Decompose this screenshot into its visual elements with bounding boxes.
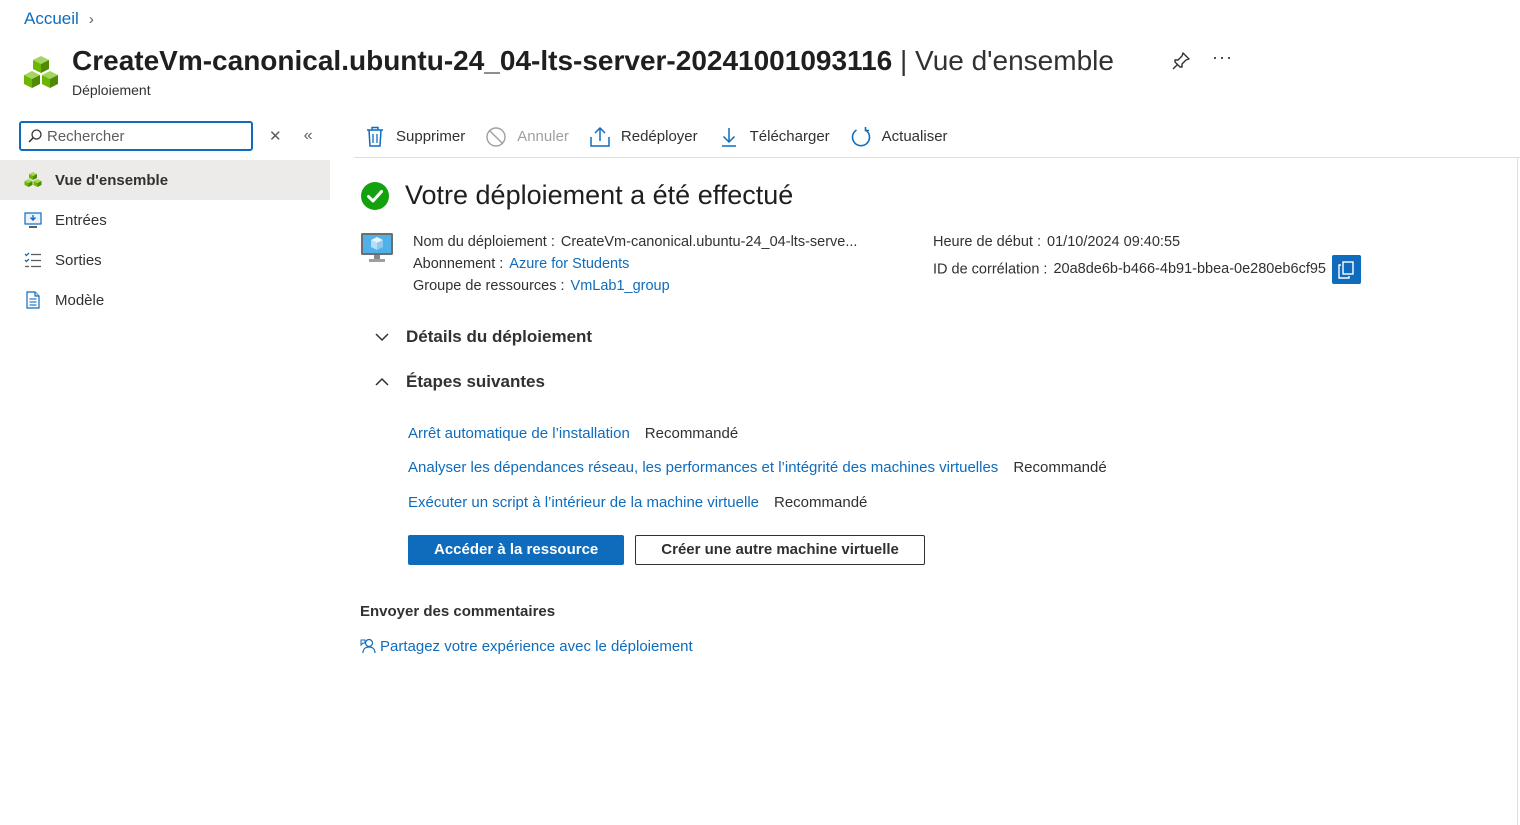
refresh-icon [851, 126, 870, 146]
page-subtitle: Déploiement [72, 82, 151, 98]
download-icon [721, 127, 736, 147]
list-item: Arrêt automatique de l’installation Reco… [408, 416, 1510, 451]
start-time-value: 01/10/2024 09:40:55 [1047, 234, 1181, 250]
create-another-vm-button[interactable]: Créer une autre machine virtuelle [635, 534, 925, 565]
status-title: Votre déploiement a été effectué [405, 180, 794, 210]
feedback-person-icon [360, 638, 376, 654]
chevron-down-icon [375, 333, 389, 342]
success-check-icon [361, 181, 389, 210]
sidebar-item-label: Sorties [55, 251, 102, 269]
deployment-name-label: Nom du déploiement : [413, 234, 555, 250]
cancel-circle-icon [486, 126, 506, 147]
redeploy-button[interactable]: Redéployer [589, 126, 698, 148]
next-steps-toggle[interactable]: Étapes suivantes [374, 372, 1510, 392]
sidebar-item-inputs[interactable]: Entrées [0, 200, 330, 240]
go-to-resource-button[interactable]: Accéder à la ressource [408, 534, 625, 565]
download-label: Télécharger [749, 128, 830, 145]
feedback-heading: Envoyer des commentaires [360, 602, 556, 620]
pin-icon[interactable] [1170, 50, 1192, 72]
sidebar-item-outputs[interactable]: Sorties [0, 240, 330, 280]
feedback-link-label: Partagez votre expérience avec le déploi… [380, 637, 693, 655]
start-time-label: Heure de début : [933, 234, 1042, 250]
virtual-machine-icon [361, 233, 393, 262]
sidebar-item-label: Entrées [55, 211, 107, 229]
recommended-badge: Recommandé [644, 424, 739, 442]
correlation-id-label: ID de corrélation : [933, 261, 1048, 278]
inputs-icon [24, 212, 42, 228]
sidebar: ✕ « Vue d'ensemble [0, 118, 330, 320]
content-right-border [1517, 158, 1518, 825]
page-title: CreateVm-canonical.ubuntu-24_04-lts-serv… [72, 44, 1114, 78]
more-options-icon[interactable]: ··· [1212, 47, 1233, 68]
deployment-cubes-icon [24, 56, 58, 88]
feedback-link[interactable]: Partagez votre expérience avec le déploi… [360, 638, 1510, 655]
next-steps-heading: Étapes suivantes [406, 372, 545, 391]
trash-icon [367, 126, 383, 147]
collapse-sidebar-icon[interactable]: « [304, 127, 313, 145]
resource-group-label: Groupe de ressources : [413, 278, 565, 294]
deployment-name-value: CreateVm-canonical.ubuntu-24_04-lts-serv… [560, 234, 858, 250]
command-bar: Supprimer Annuler Redéployer Télécharger [354, 116, 1520, 158]
search-icon [28, 129, 42, 143]
list-item: Exécuter un script à l’intérieur de la m… [408, 485, 1510, 520]
refresh-label: Actualiser [881, 128, 948, 145]
breadcrumb: Accueil › [24, 9, 94, 29]
refresh-button[interactable]: Actualiser [850, 126, 948, 148]
delete-button[interactable]: Supprimer [364, 126, 465, 148]
recommended-badge: Recommandé [774, 493, 868, 511]
subscription-label: Abonnement : [413, 256, 504, 272]
page-title-name: CreateVm-canonical.ubuntu-24_04-lts-serv… [72, 45, 893, 76]
resource-group-link[interactable]: VmLab1_group [571, 278, 670, 294]
deployment-details-heading: Détails du déploiement [406, 327, 593, 346]
clear-search-icon[interactable]: ✕ [269, 127, 282, 145]
copy-button[interactable] [1331, 255, 1361, 284]
correlation-id-value: 20a8de6b-b466-4b91-bbea-0e280eb6cf95 [1053, 261, 1326, 278]
delete-label: Supprimer [396, 128, 466, 145]
template-icon [26, 291, 40, 309]
page-header: CreateVm-canonical.ubuntu-24_04-lts-serv… [22, 44, 1232, 98]
cancel-button[interactable]: Annuler [485, 126, 569, 148]
subscription-link[interactable]: Azure for Students [509, 256, 629, 272]
cubes-icon [24, 172, 42, 187]
search-box[interactable] [19, 121, 253, 151]
next-steps-list: Arrêt automatique de l’installation Reco… [408, 416, 1510, 520]
sidebar-item-label: Vue d'ensemble [55, 171, 169, 189]
recommended-badge: Recommandé [1013, 459, 1107, 477]
redeploy-label: Redéployer [620, 128, 698, 145]
sidebar-item-template[interactable]: Modèle [0, 280, 330, 320]
sidebar-nav: Vue d'ensemble Entrées Sorties Modèle [0, 160, 330, 320]
download-button[interactable]: Télécharger [718, 126, 830, 148]
breadcrumb-home-link[interactable]: Accueil [24, 9, 79, 29]
outputs-icon [24, 252, 41, 268]
auto-shutdown-link[interactable]: Arrêt automatique de l’installation [408, 425, 630, 442]
deployment-details-toggle[interactable]: Détails du déploiement [374, 327, 1510, 347]
search-input[interactable] [47, 127, 237, 145]
upload-icon [590, 126, 610, 147]
deployment-info: Nom du déploiement : CreateVm-canonical.u… [360, 231, 1510, 297]
analyze-dependencies-link[interactable]: Analyser les dépendances réseau, les per… [408, 459, 998, 476]
list-item: Analyser les dépendances réseau, les per… [408, 451, 1510, 486]
page-title-suffix: | Vue d'ensemble [892, 45, 1114, 76]
main-content: Votre déploiement a été effectué Nom du … [360, 180, 1510, 655]
sidebar-item-label: Modèle [55, 291, 105, 309]
copy-icon [1338, 260, 1355, 279]
sidebar-item-overview[interactable]: Vue d'ensemble [0, 160, 330, 200]
run-script-link[interactable]: Exécuter un script à l’intérieur de la m… [408, 494, 759, 511]
chevron-right-icon: › [88, 10, 94, 28]
chevron-up-icon [375, 377, 389, 386]
cancel-label: Annuler [517, 128, 569, 145]
